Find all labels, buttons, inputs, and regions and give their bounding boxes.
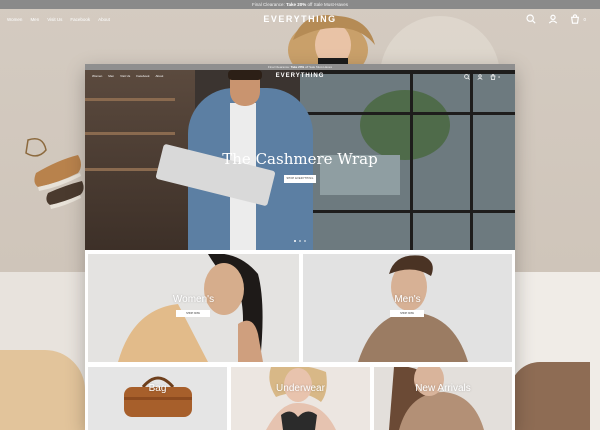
user-icon[interactable]: [548, 14, 558, 24]
storefront-mockup: Final Clearance: Take 20% off Sale Must-…: [85, 64, 515, 430]
shop-now-button[interactable]: SHOP NOW: [390, 310, 424, 317]
announcement-highlight: Take 20%: [290, 65, 305, 69]
shop-now-button[interactable]: SHOP NOW: [176, 310, 210, 317]
slider-dot[interactable]: [299, 240, 301, 242]
background-announcement-bar: Final Clearance: Take 20% off Sale Must-…: [0, 0, 600, 9]
search-icon[interactable]: [464, 74, 471, 80]
shop-everything-button[interactable]: SHOP EVERYTHING: [284, 175, 316, 183]
category-grid: Women's SHOP NOW Men's SHOP NOW Bag Unde…: [85, 250, 515, 430]
category-label: New Arrivals: [415, 383, 471, 394]
category-new-arrivals[interactable]: New Arrivals: [374, 367, 512, 430]
category-label: Men's: [394, 294, 421, 305]
hero-banner: The Cashmere Wrap SHOP EVERYTHING: [85, 70, 515, 250]
slider-dot[interactable]: [294, 240, 296, 242]
category-label: Women's: [172, 294, 215, 305]
announcement-suffix: off Sale Must-Haves: [305, 65, 332, 69]
category-label: Bag: [148, 383, 167, 394]
cart-count: 0: [583, 16, 586, 22]
cart-icon[interactable]: [570, 14, 580, 24]
coat-image: [0, 350, 85, 430]
cart-count: 0: [498, 75, 500, 79]
shelf: [85, 98, 175, 101]
cart-icon[interactable]: [490, 74, 496, 80]
window-frame: [300, 210, 515, 213]
announcement-prefix: Final Clearance:: [268, 65, 290, 69]
slider-dot[interactable]: [304, 240, 306, 242]
category-label: Underwear: [276, 383, 325, 394]
new-arrivals-model-image: [389, 367, 484, 430]
underwear-model-image: [266, 367, 336, 430]
men-model-image: [358, 255, 468, 362]
category-bag[interactable]: Bag: [88, 367, 227, 430]
background-navbar: Women Men Visit Us Facebook About EVERYT…: [0, 9, 600, 31]
bag-image: [124, 376, 192, 417]
hero-headline: The Cashmere Wrap: [222, 150, 378, 168]
nav-icons: 0: [464, 74, 500, 80]
background-nav-icons: 0: [526, 14, 586, 24]
search-icon[interactable]: [526, 14, 537, 24]
navbar: Women Men Visit Us Facebook About EVERYT…: [85, 70, 515, 84]
category-underwear[interactable]: Underwear: [231, 367, 370, 430]
slider-dots: [294, 240, 306, 242]
category-men[interactable]: Men's SHOP NOW: [303, 254, 512, 362]
announcement-highlight: Take 20%: [286, 2, 307, 7]
women-model-image: [118, 254, 263, 362]
announcement-suffix: off Sale Must-Haves: [307, 2, 348, 7]
site-logo[interactable]: EVERYTHING: [0, 14, 600, 24]
user-icon[interactable]: [477, 74, 483, 80]
site-logo[interactable]: EVERYTHING: [85, 73, 515, 79]
window-frame: [300, 112, 515, 115]
shoe-image: [18, 135, 88, 215]
category-women[interactable]: Women's SHOP NOW: [88, 254, 299, 362]
shelf: [85, 132, 175, 135]
sweater-image: [510, 362, 590, 430]
announcement-prefix: Final Clearance:: [252, 2, 285, 7]
